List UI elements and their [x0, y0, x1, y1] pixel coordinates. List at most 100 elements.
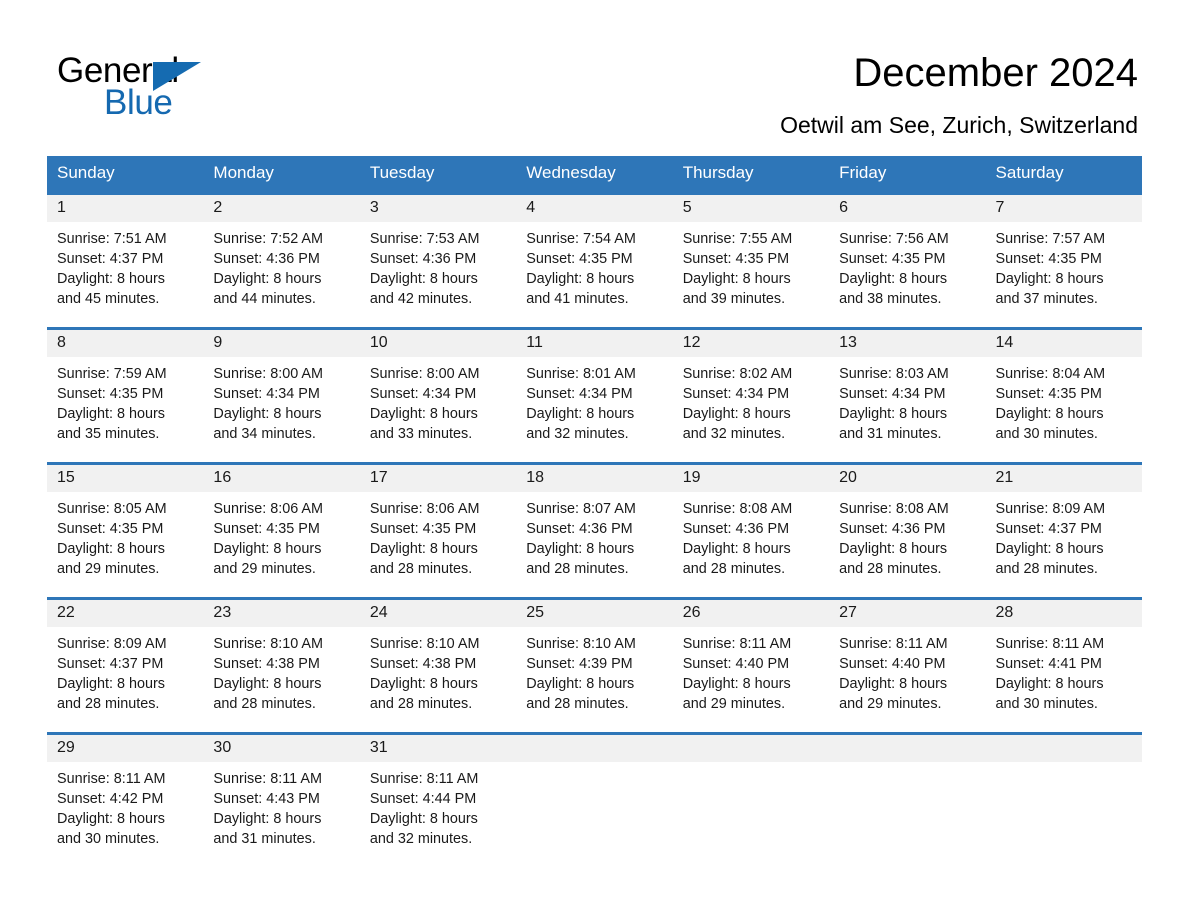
weekday-header-saturday: Saturday — [995, 163, 1064, 182]
daylight-text-line2: and 29 minutes. — [57, 561, 160, 578]
day-cell[interactable]: 18 Sunrise: 8:07 AM Sunset: 4:36 PM Dayl… — [516, 465, 673, 597]
daylight-text-line2: and 29 minutes. — [682, 696, 786, 713]
day-cell[interactable]: 23 Sunrise: 8:10 AM Sunset: 4:38 PM Dayl… — [203, 600, 360, 732]
daylight-text-line2: and 35 minutes. — [57, 426, 160, 443]
daylight-text-line1: Daylight: 8 hours — [839, 271, 948, 288]
daylight-text-line1: Daylight: 8 hours — [213, 271, 322, 288]
daylight-text-line2: and 34 minutes. — [213, 426, 316, 443]
daylight-text-line1: Daylight: 8 hours — [213, 811, 322, 828]
day-number-band — [516, 735, 673, 762]
day-details: Sunrise: 8:06 AM Sunset: 4:35 PM Dayligh… — [360, 492, 516, 579]
day-number: 22 — [57, 604, 75, 621]
sunset-text: Sunset: 4:42 PM — [57, 791, 164, 808]
day-number-band: 26 — [672, 600, 830, 627]
day-cell[interactable]: 15 Sunrise: 8:05 AM Sunset: 4:35 PM Dayl… — [47, 465, 204, 597]
general-blue-logo[interactable]: General Blue — [57, 46, 257, 122]
daylight-text-line1: Daylight: 8 hours — [213, 406, 322, 423]
sunrise-text: Sunrise: 8:05 AM — [57, 501, 167, 517]
day-details: Sunrise: 8:11 AM Sunset: 4:44 PM Dayligh… — [360, 762, 516, 849]
day-cell[interactable]: 5 Sunrise: 7:55 AM Sunset: 4:35 PM Dayli… — [672, 195, 830, 327]
sunset-text: Sunset: 4:34 PM — [682, 386, 790, 403]
day-number: 13 — [839, 334, 857, 351]
daylight-text-line2: and 28 minutes. — [526, 696, 629, 713]
day-cell[interactable]: 8 Sunrise: 7:59 AM Sunset: 4:35 PM Dayli… — [47, 330, 204, 462]
day-cell[interactable]: 27 Sunrise: 8:11 AM Sunset: 4:40 PM Dayl… — [829, 600, 986, 732]
day-cell[interactable]: 7 Sunrise: 7:57 AM Sunset: 4:35 PM Dayli… — [985, 195, 1142, 327]
day-number-band: 29 — [47, 735, 204, 762]
sunrise-text: Sunrise: 7:55 AM — [682, 231, 793, 247]
day-number-band — [985, 735, 1142, 762]
day-details: Sunrise: 7:51 AM Sunset: 4:37 PM Dayligh… — [47, 222, 203, 309]
day-cell[interactable]: 29 Sunrise: 8:11 AM Sunset: 4:42 PM Dayl… — [47, 735, 204, 867]
daylight-text-line2: and 28 minutes. — [995, 561, 1098, 578]
sunrise-text: Sunrise: 8:09 AM — [57, 636, 167, 652]
day-cell[interactable]: 13 Sunrise: 8:03 AM Sunset: 4:34 PM Dayl… — [829, 330, 986, 462]
sunrise-text: Sunrise: 8:11 AM — [839, 636, 948, 652]
day-number-band: 30 — [203, 735, 360, 762]
calendar-week-row: 22 Sunrise: 8:09 AM Sunset: 4:37 PM Dayl… — [47, 597, 1142, 732]
day-number: 30 — [213, 739, 232, 756]
sunset-text: Sunset: 4:44 PM — [369, 791, 477, 808]
day-cell[interactable]: 4 Sunrise: 7:54 AM Sunset: 4:35 PM Dayli… — [516, 195, 673, 327]
day-cell[interactable]: 11 Sunrise: 8:01 AM Sunset: 4:34 PM Dayl… — [516, 330, 673, 462]
sunrise-text: Sunrise: 8:07 AM — [526, 501, 636, 517]
day-cell[interactable]: 20 Sunrise: 8:08 AM Sunset: 4:36 PM Dayl… — [829, 465, 986, 597]
daylight-text-line1: Daylight: 8 hours — [57, 811, 165, 828]
sunset-text: Sunset: 4:38 PM — [369, 656, 477, 673]
sunrise-text: Sunrise: 8:09 AM — [995, 501, 1106, 517]
day-cell[interactable]: 10 Sunrise: 8:00 AM Sunset: 4:34 PM Dayl… — [359, 330, 517, 462]
day-cell[interactable]: 6 Sunrise: 7:56 AM Sunset: 4:35 PM Dayli… — [829, 195, 986, 327]
logo-text-blue: Blue — [104, 83, 173, 122]
daylight-text-line2: and 30 minutes. — [57, 831, 160, 848]
daylight-text-line1: Daylight: 8 hours — [839, 541, 948, 558]
day-number: 26 — [682, 604, 701, 621]
daylight-text-line2: and 32 minutes. — [369, 831, 473, 848]
day-details: Sunrise: 8:11 AM Sunset: 4:41 PM Dayligh… — [986, 627, 1142, 714]
day-details: Sunrise: 8:08 AM Sunset: 4:36 PM Dayligh… — [673, 492, 829, 579]
daylight-text-line1: Daylight: 8 hours — [526, 541, 635, 558]
day-cell[interactable]: 25 Sunrise: 8:10 AM Sunset: 4:39 PM Dayl… — [516, 600, 673, 732]
day-number-band: 5 — [672, 195, 830, 222]
day-cell[interactable]: 1 Sunrise: 7:51 AM Sunset: 4:37 PM Dayli… — [47, 195, 204, 327]
day-cell[interactable]: 3 Sunrise: 7:53 AM Sunset: 4:36 PM Dayli… — [359, 195, 517, 327]
day-number-band: 24 — [359, 600, 517, 627]
day-details: Sunrise: 7:56 AM Sunset: 4:35 PM Dayligh… — [829, 222, 985, 309]
daylight-text-line1: Daylight: 8 hours — [995, 676, 1104, 693]
day-number: 12 — [682, 334, 701, 351]
daylight-text-line1: Daylight: 8 hours — [57, 676, 165, 693]
day-cell[interactable]: 21 Sunrise: 8:09 AM Sunset: 4:37 PM Dayl… — [985, 465, 1142, 597]
calendar-week-row: 8 Sunrise: 7:59 AM Sunset: 4:35 PM Dayli… — [47, 327, 1142, 462]
day-cell[interactable]: 12 Sunrise: 8:02 AM Sunset: 4:34 PM Dayl… — [672, 330, 830, 462]
day-number: 6 — [839, 199, 849, 216]
sunset-text: Sunset: 4:37 PM — [57, 656, 164, 673]
day-number-band: 1 — [47, 195, 204, 222]
day-cell[interactable]: 9 Sunrise: 8:00 AM Sunset: 4:34 PM Dayli… — [203, 330, 360, 462]
daylight-text-line2: and 32 minutes. — [526, 426, 629, 443]
sunrise-text: Sunrise: 8:10 AM — [213, 636, 324, 652]
day-cell[interactable]: 28 Sunrise: 8:11 AM Sunset: 4:41 PM Dayl… — [985, 600, 1142, 732]
sunrise-text: Sunrise: 7:56 AM — [839, 231, 949, 247]
sunrise-text: Sunrise: 8:01 AM — [526, 366, 636, 382]
day-cell[interactable]: 14 Sunrise: 8:04 AM Sunset: 4:35 PM Dayl… — [985, 330, 1142, 462]
day-details: Sunrise: 8:08 AM Sunset: 4:36 PM Dayligh… — [829, 492, 985, 579]
day-cell[interactable]: 17 Sunrise: 8:06 AM Sunset: 4:35 PM Dayl… — [359, 465, 517, 597]
day-cell[interactable]: 22 Sunrise: 8:09 AM Sunset: 4:37 PM Dayl… — [47, 600, 204, 732]
day-cell[interactable]: 24 Sunrise: 8:10 AM Sunset: 4:38 PM Dayl… — [359, 600, 517, 732]
sunset-text: Sunset: 4:35 PM — [57, 386, 164, 403]
day-cell[interactable]: 30 Sunrise: 8:11 AM Sunset: 4:43 PM Dayl… — [203, 735, 360, 867]
day-cell[interactable]: 19 Sunrise: 8:08 AM Sunset: 4:36 PM Dayl… — [672, 465, 830, 597]
sunrise-text: Sunrise: 8:03 AM — [839, 366, 949, 382]
day-cell[interactable]: 2 Sunrise: 7:52 AM Sunset: 4:36 PM Dayli… — [203, 195, 360, 327]
sunrise-text: Sunrise: 8:06 AM — [213, 501, 324, 517]
day-cell[interactable]: 16 Sunrise: 8:06 AM Sunset: 4:35 PM Dayl… — [203, 465, 360, 597]
title-block: December 2024 Oetwil am See, Zurich, Swi… — [257, 46, 1138, 142]
day-cell[interactable]: 26 Sunrise: 8:11 AM Sunset: 4:40 PM Dayl… — [672, 600, 830, 732]
day-cell-empty — [672, 735, 830, 867]
day-number-band: 12 — [672, 330, 830, 357]
day-number: 29 — [57, 739, 75, 756]
daylight-text-line2: and 28 minutes. — [839, 561, 942, 578]
day-number: 21 — [995, 469, 1014, 486]
sunset-text: Sunset: 4:35 PM — [839, 251, 946, 268]
day-details: Sunrise: 7:57 AM Sunset: 4:35 PM Dayligh… — [986, 222, 1142, 309]
day-cell[interactable]: 31 Sunrise: 8:11 AM Sunset: 4:44 PM Dayl… — [359, 735, 517, 867]
